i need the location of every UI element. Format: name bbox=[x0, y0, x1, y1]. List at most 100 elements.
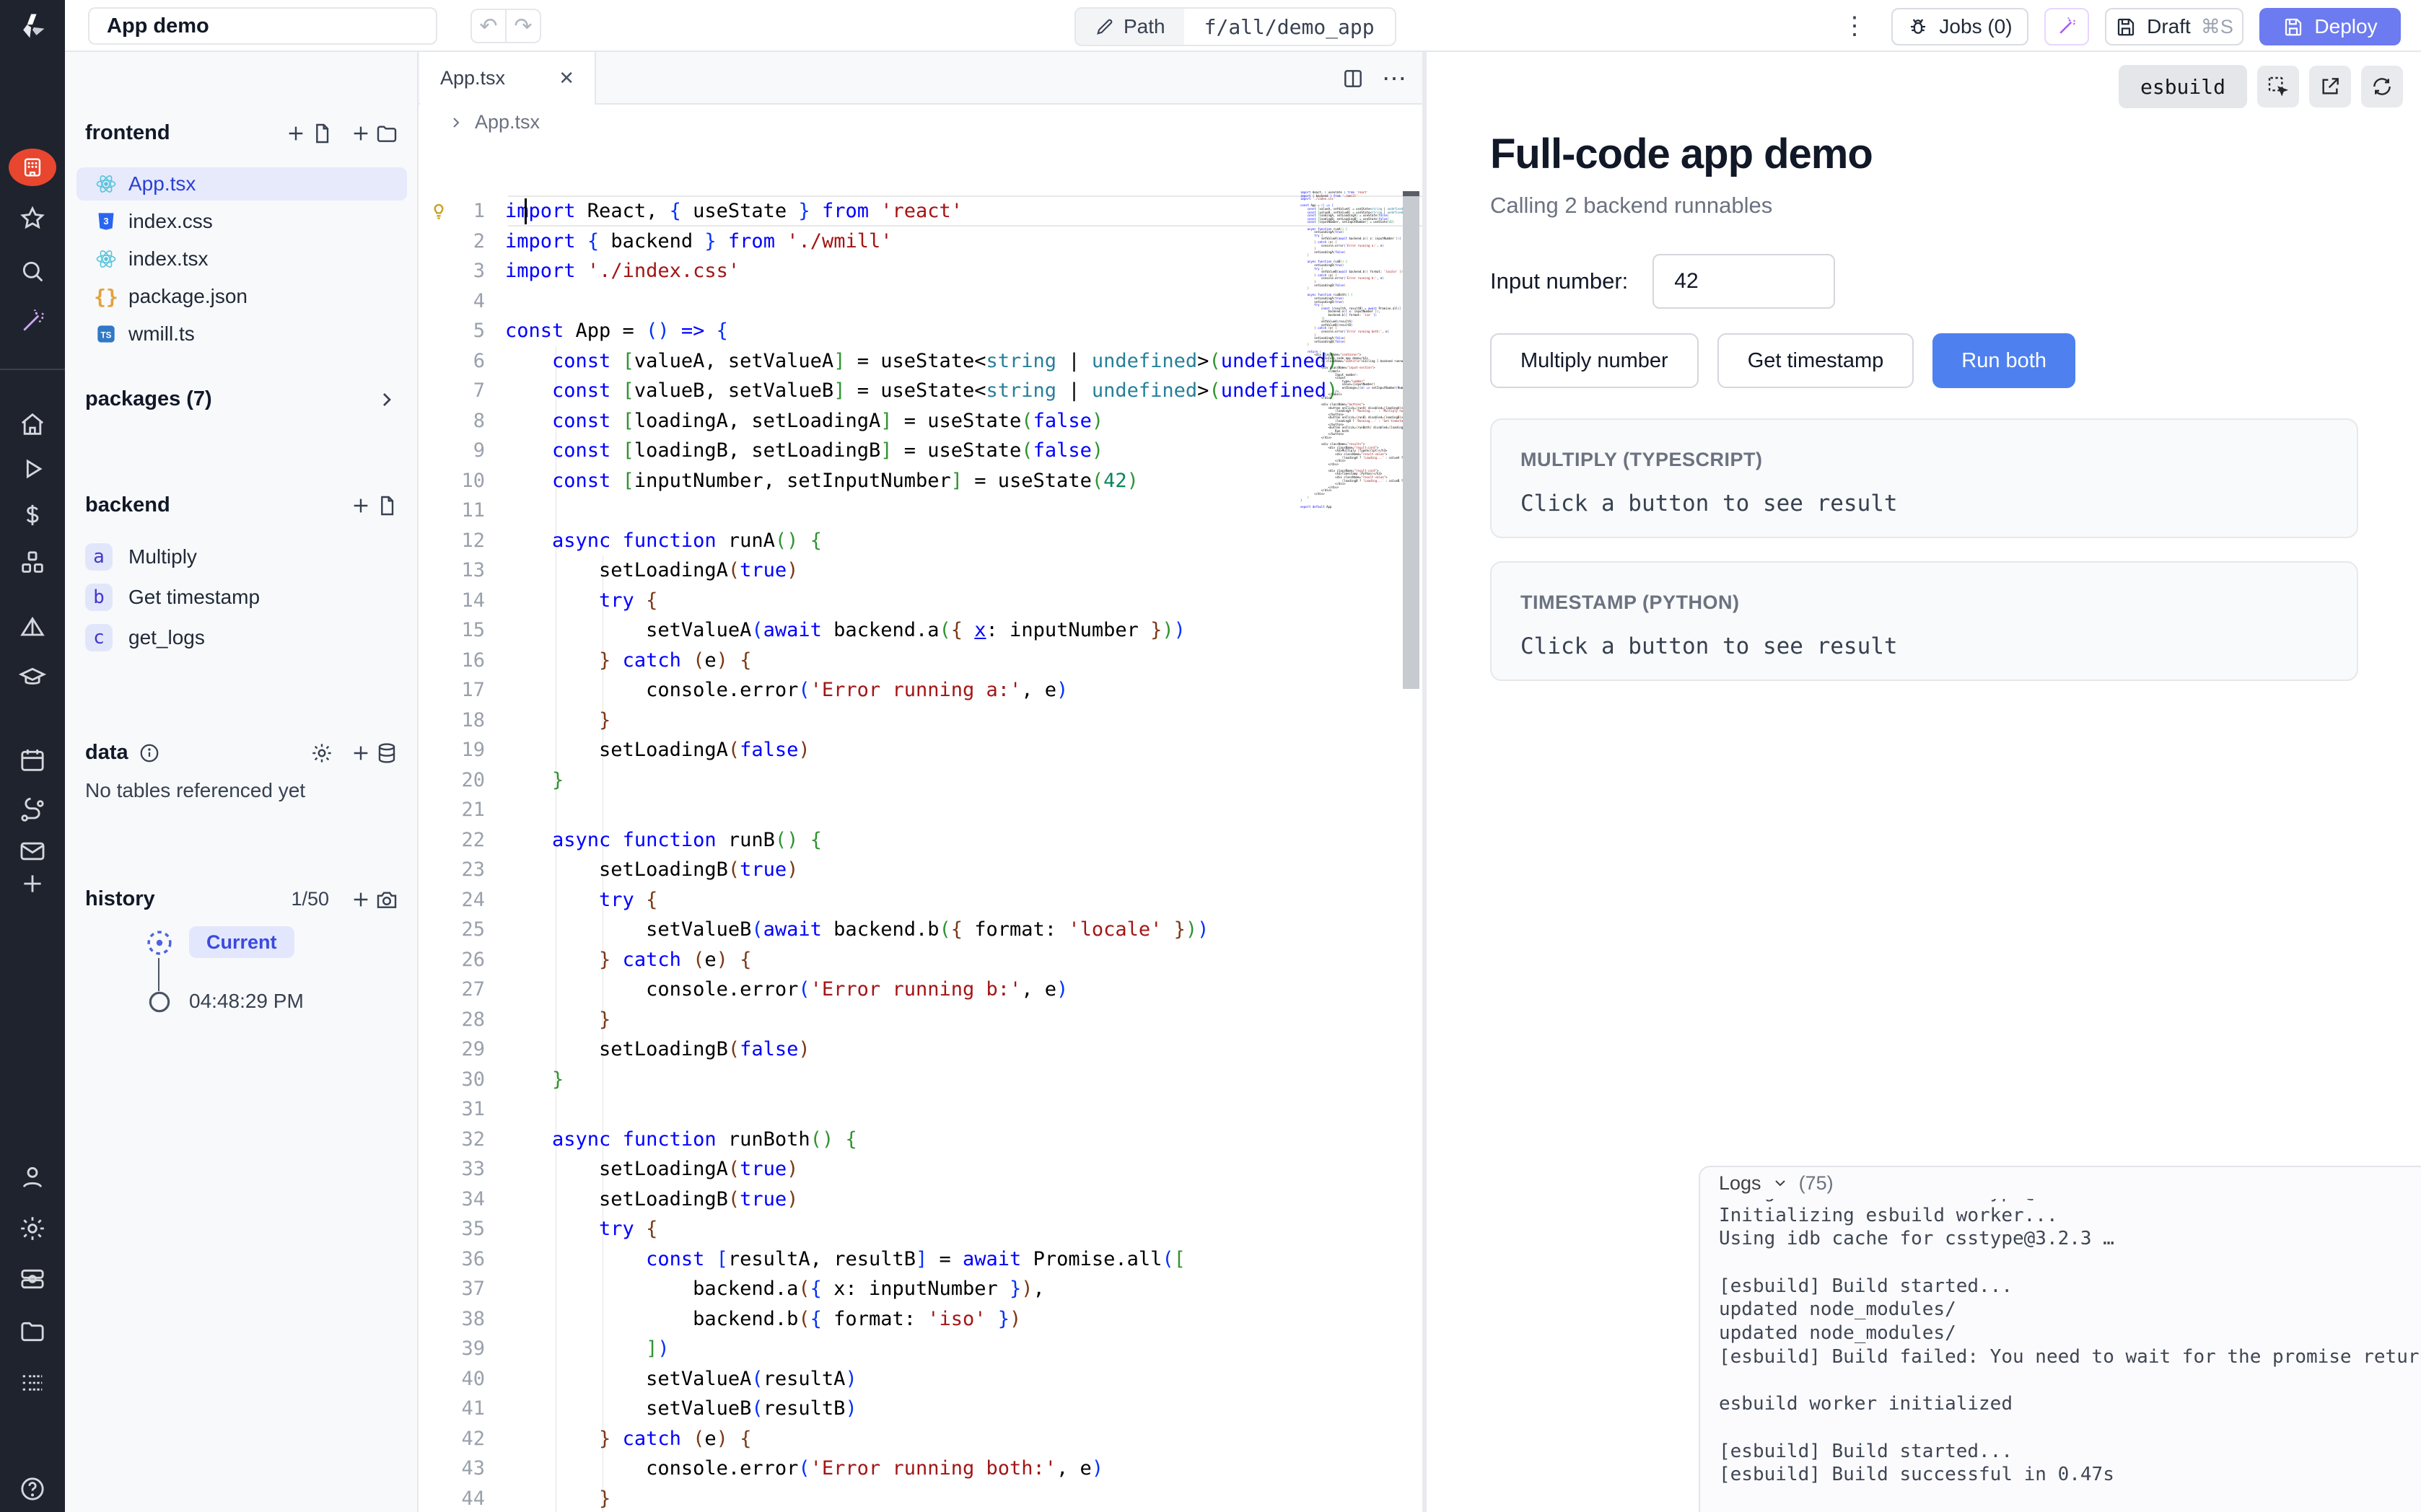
logs-header[interactable]: Logs (75) bbox=[1700, 1167, 2421, 1199]
history-version-item[interactable]: 04:48:29 PM bbox=[189, 990, 304, 1013]
code-line-21: 21 bbox=[419, 795, 1422, 825]
runnable-label: get_logs bbox=[128, 626, 205, 649]
frontend-section-header: frontend bbox=[85, 121, 398, 145]
user-icon[interactable] bbox=[0, 1157, 65, 1197]
file-item-package-json[interactable]: {}package.json bbox=[76, 280, 407, 313]
preview-title: Full-code app demo bbox=[1490, 130, 1873, 178]
pencil-icon bbox=[1095, 17, 1115, 37]
add-table-button[interactable] bbox=[349, 742, 398, 765]
refresh-button[interactable] bbox=[2361, 66, 2403, 107]
deploy-button[interactable]: Deploy bbox=[2259, 8, 2401, 45]
code-line-7: 7 const [valueB, setValueB] = useState<s… bbox=[419, 376, 1422, 406]
chevron-right-icon bbox=[447, 114, 465, 131]
backend-item-multiply[interactable]: aMultiply bbox=[85, 540, 403, 574]
file-name: wmill.ts bbox=[128, 322, 195, 346]
file-name: index.tsx bbox=[128, 247, 209, 271]
number-input[interactable]: 42 bbox=[1652, 254, 1835, 309]
add-runnable-button[interactable] bbox=[349, 494, 398, 517]
redo-button[interactable]: ↷ bbox=[506, 9, 541, 43]
code-line-1: 1import React, { useState } from 'react' bbox=[419, 196, 1422, 227]
editor-more-icon[interactable]: ⋯ bbox=[1382, 64, 1406, 93]
logs-content[interactable]: using idb cache for csstype@3.2.3 …Initi… bbox=[1719, 1180, 2421, 1487]
minimap[interactable]: import React, { useState } from 'react'i… bbox=[1300, 191, 1403, 624]
home-icon[interactable] bbox=[0, 404, 65, 444]
tab-app-tsx[interactable]: App.tsx ✕ bbox=[420, 52, 596, 105]
jobs-button[interactable]: Jobs (0) bbox=[1891, 8, 2028, 45]
code-line-27: 27 console.error('Error running b:', e) bbox=[419, 975, 1422, 1005]
runnable-label: Multiply bbox=[128, 545, 197, 568]
action-buttons-row: Multiply number Get timestamp Run both bbox=[1490, 333, 2075, 388]
add-folder-button[interactable] bbox=[349, 122, 398, 145]
chevron-right-icon bbox=[375, 388, 398, 411]
code-line-24: 24 try { bbox=[419, 885, 1422, 915]
add-plus-icon[interactable] bbox=[0, 863, 65, 904]
close-tab-icon[interactable]: ✕ bbox=[559, 67, 574, 89]
multiply-number-button[interactable]: Multiply number bbox=[1490, 333, 1699, 388]
external-link-icon bbox=[2319, 75, 2342, 98]
history-current-badge[interactable]: Current bbox=[189, 926, 294, 958]
backend-item-get-timestamp[interactable]: bGet timestamp bbox=[85, 580, 403, 615]
code-line-36: 36 const [resultA, resultB] = await Prom… bbox=[419, 1244, 1422, 1275]
data-section-header: data bbox=[85, 741, 398, 765]
bug-icon bbox=[1907, 16, 1929, 38]
ai-assistant-button[interactable] bbox=[2044, 8, 2089, 45]
code-line-16: 16 } catch (e) { bbox=[419, 646, 1422, 676]
history-version-marker-icon bbox=[146, 988, 173, 1016]
code-line-10: 10 const [inputNumber, setInputNumber] =… bbox=[419, 466, 1422, 496]
magic-wand-icon[interactable] bbox=[0, 303, 65, 343]
more-menu-button[interactable]: ⋮ bbox=[1840, 9, 1869, 43]
windmill-logo[interactable] bbox=[0, 0, 65, 52]
audit-list-icon[interactable] bbox=[0, 1363, 65, 1403]
packages-section-header[interactable]: packages (7) bbox=[85, 387, 398, 411]
split-editor-icon[interactable] bbox=[1341, 67, 1365, 90]
code-line-8: 8 const [loadingA, setLoadingA] = useSta… bbox=[419, 406, 1422, 436]
schedules-calendar-icon[interactable] bbox=[0, 740, 65, 781]
app-name-input[interactable]: App demo bbox=[88, 7, 437, 45]
star-icon[interactable] bbox=[0, 198, 65, 239]
backend-item-get_logs[interactable]: cget_logs bbox=[85, 620, 403, 655]
file-item-index-tsx[interactable]: index.tsx bbox=[76, 242, 407, 276]
code-line-15: 15 setValueA(await backend.a({ x: inputN… bbox=[419, 615, 1422, 646]
workers-icon[interactable] bbox=[0, 1259, 65, 1299]
code-content[interactable]: 1import React, { useState } from 'react'… bbox=[419, 137, 1422, 1512]
resources-boxes-icon[interactable] bbox=[0, 542, 65, 583]
triggers-pyramid-icon[interactable] bbox=[0, 607, 65, 648]
svg-text:3: 3 bbox=[103, 216, 108, 227]
camera-icon bbox=[375, 888, 398, 911]
multiply-card-header: MULTIPLY (TYPESCRIPT) bbox=[1520, 449, 1763, 471]
inspect-select-button[interactable] bbox=[2257, 66, 2299, 107]
workspace-app-icon[interactable] bbox=[0, 147, 65, 188]
add-snapshot-button[interactable] bbox=[349, 888, 398, 911]
select-cursor-icon bbox=[2267, 75, 2290, 98]
add-file-button[interactable] bbox=[284, 122, 333, 145]
settings-gear-icon[interactable] bbox=[0, 1208, 65, 1249]
editor-vertical-scrollbar[interactable] bbox=[1403, 191, 1419, 689]
code-editor: App.tsx ✕ ⋯ App.tsx 1import React, { use… bbox=[419, 52, 1422, 1512]
folders-icon[interactable] bbox=[0, 1311, 65, 1352]
code-line-9: 9 const [loadingB, setLoadingB] = useSta… bbox=[419, 436, 1422, 466]
run-both-button[interactable]: Run both bbox=[1932, 333, 2075, 388]
data-settings-gear-icon[interactable] bbox=[310, 742, 333, 765]
help-icon[interactable] bbox=[0, 1469, 65, 1509]
code-line-42: 42 } catch (e) { bbox=[419, 1424, 1422, 1454]
file-item-app-tsx[interactable]: App.tsx bbox=[76, 167, 407, 201]
undo-button[interactable]: ↶ bbox=[470, 9, 506, 43]
file-item-wmill-ts[interactable]: TSwmill.ts bbox=[76, 317, 407, 351]
variables-dollar-icon[interactable] bbox=[0, 495, 65, 535]
react-icon bbox=[95, 173, 117, 195]
open-external-button[interactable] bbox=[2309, 66, 2351, 107]
draft-button[interactable]: Draft ⌘S bbox=[2105, 8, 2243, 45]
file-item-index-css[interactable]: 3index.css bbox=[76, 205, 407, 238]
flows-route-icon[interactable] bbox=[0, 791, 65, 831]
code-line-25: 25 setValueB(await backend.b({ format: '… bbox=[419, 915, 1422, 945]
path-chip[interactable]: Path f/all/demo_app bbox=[1074, 7, 1396, 46]
timestamp-result-card: TIMESTAMP (PYTHON) Click a button to see… bbox=[1490, 561, 2358, 681]
multiply-card-body: Click a button to see result bbox=[1520, 491, 1898, 517]
draft-shortcut: ⌘S bbox=[2201, 16, 2233, 38]
get-timestamp-button[interactable]: Get timestamp bbox=[1717, 333, 1914, 388]
runs-play-icon[interactable] bbox=[0, 449, 65, 489]
code-line-6: 6 const [valueA, setValueA] = useState<s… bbox=[419, 346, 1422, 377]
search-icon[interactable] bbox=[0, 251, 65, 291]
learn-cap-icon[interactable] bbox=[0, 657, 65, 698]
breadcrumb[interactable]: App.tsx bbox=[447, 111, 540, 133]
